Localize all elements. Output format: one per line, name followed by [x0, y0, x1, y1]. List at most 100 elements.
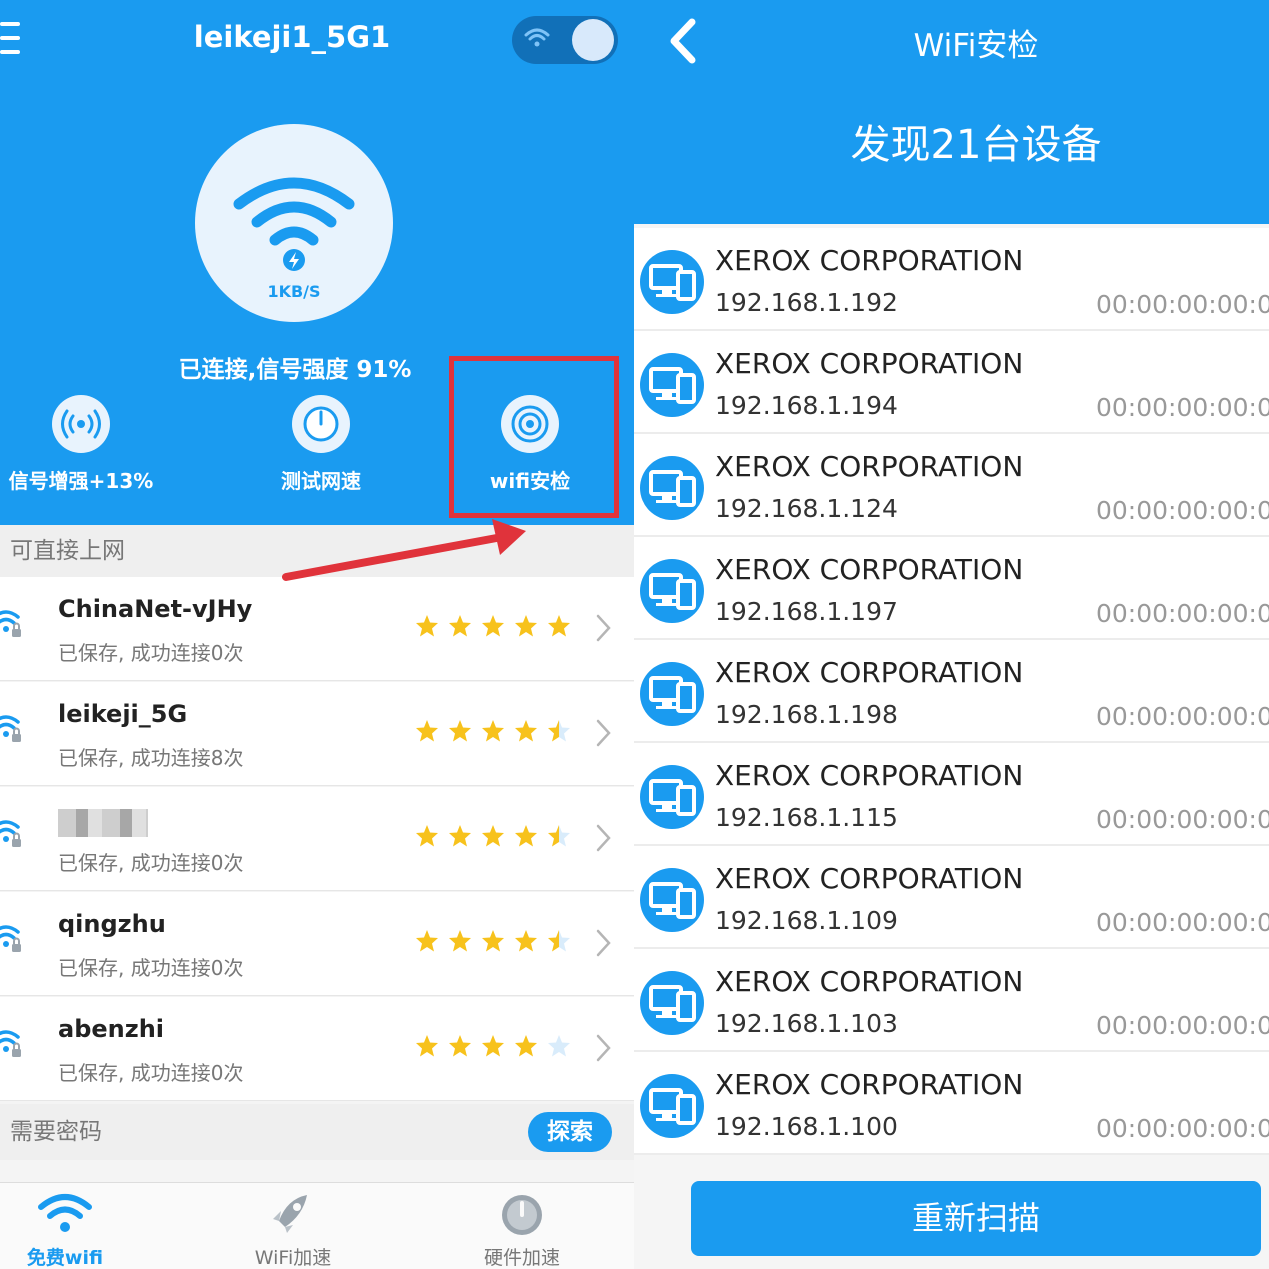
computer-device-icon: [640, 559, 704, 623]
network-name-blurred: [58, 809, 148, 837]
device-mac: 00:00:00:00:00: [1096, 908, 1269, 937]
star-icon: [449, 615, 471, 637]
network-name: leikeji_5G: [58, 700, 188, 728]
network-row[interactable]: abenzhi 已保存, 成功连接0次: [0, 997, 634, 1101]
wifi-locked-icon: [0, 1030, 21, 1057]
wifi-locked-icon: [0, 610, 21, 637]
network-name: abenzhi: [58, 1015, 165, 1043]
network-row[interactable]: 已保存, 成功连接0次: [0, 787, 634, 891]
device-ip: 192.168.1.115: [715, 803, 898, 832]
star-icon: [548, 1035, 570, 1057]
speed-value: 1KB/S: [267, 282, 321, 301]
star-icon: [449, 1035, 471, 1057]
device-vendor: XEROX CORPORATION: [715, 965, 1024, 998]
wifi-locked-icon: [0, 820, 21, 847]
chevron-right-icon[interactable]: [594, 613, 612, 643]
star-icon: [515, 930, 537, 952]
wifi-icon: [38, 1194, 92, 1232]
network-status: 已保存, 成功连接0次: [58, 956, 244, 980]
connected-ssid: leikeji1_5G1: [193, 20, 391, 54]
star-icon: [515, 1035, 537, 1057]
device-row[interactable]: XEROX CORPORATION 192.168.1.197 00:00:00:0…: [634, 537, 1269, 640]
network-status: 已保存, 成功连接8次: [58, 746, 244, 770]
rocket-icon: [273, 1195, 307, 1233]
device-mac: 00:00:00:00:00: [1096, 599, 1269, 628]
device-vendor: XEROX CORPORATION: [715, 1068, 1024, 1101]
device-vendor: XEROX CORPORATION: [715, 656, 1024, 689]
chevron-right-icon[interactable]: [594, 823, 612, 853]
network-name: ChinaNet-vJHy: [58, 595, 253, 623]
tab-hardware-accelerate[interactable]: 硬件加速: [452, 1183, 592, 1269]
signal-boost-label: 信号增强+13%: [8, 469, 154, 493]
speed-test-button[interactable]: 测试网速: [211, 395, 431, 494]
tab-hardware-accelerate-label: 硬件加速: [483, 1247, 560, 1269]
device-mac: 00:00:00:00:00: [1096, 1114, 1269, 1143]
signal-boost-button[interactable]: 信号增强+13%: [0, 395, 191, 494]
device-vendor: XEROX CORPORATION: [715, 553, 1024, 586]
network-status: 已保存, 成功连接0次: [58, 1061, 244, 1085]
device-ip: 192.168.1.109: [715, 906, 898, 935]
device-row[interactable]: XEROX CORPORATION 192.168.1.109 00:00:00:0…: [634, 846, 1269, 949]
wifi-signal-icon: [233, 177, 355, 271]
rescan-button[interactable]: 重新扫描: [691, 1181, 1261, 1256]
network-row[interactable]: qingzhu 已保存, 成功连接0次: [0, 892, 634, 996]
chevron-right-icon[interactable]: [594, 718, 612, 748]
wifi-toggle[interactable]: [512, 16, 618, 64]
speed-dial: 1KB/S: [195, 124, 393, 322]
star-icon: [482, 1035, 504, 1057]
star-icon: [482, 720, 504, 742]
device-ip: 192.168.1.100: [715, 1112, 898, 1141]
star-icon: [416, 1035, 438, 1057]
signal-rating: [415, 824, 571, 848]
device-mac: 00:00:00:00:00: [1096, 496, 1269, 525]
device-ip: 192.168.1.198: [715, 700, 898, 729]
signal-rating: [415, 929, 571, 953]
star-icon: [548, 615, 570, 637]
device-row[interactable]: XEROX CORPORATION 192.168.1.192 00:00:00:0…: [634, 228, 1269, 331]
device-vendor: XEROX CORPORATION: [715, 244, 1024, 277]
computer-device-icon: [640, 971, 704, 1035]
device-row[interactable]: XEROX CORPORATION 192.168.1.100 00:00:00:0…: [634, 1052, 1269, 1155]
page-title: WiFi安检: [913, 28, 1039, 64]
chevron-right-icon[interactable]: [594, 1033, 612, 1063]
device-mac: 00:00:00:00:00: [1096, 702, 1269, 731]
wifi-locked-icon: [0, 715, 21, 742]
signal-rating: [415, 614, 571, 638]
device-vendor: XEROX CORPORATION: [715, 862, 1024, 895]
device-row[interactable]: XEROX CORPORATION 192.168.1.198 00:00:00:0…: [634, 640, 1269, 743]
explore-button[interactable]: 探索: [528, 1112, 612, 1152]
speed-test-label: 测试网速: [281, 469, 361, 493]
network-status: 已保存, 成功连接0次: [58, 641, 244, 665]
annotation-arrow: [282, 519, 526, 581]
wifi-security-screen: WiFi安检 发现21台设备 XEROX CORPORATION 192.168.…: [634, 0, 1269, 1269]
device-ip: 192.168.1.124: [715, 494, 898, 523]
connection-header: leikeji1_5G1 1KB/S 已连接,信号强度 91% 信号增强+13%…: [0, 0, 634, 525]
network-status: 已保存, 成功连接0次: [58, 851, 244, 875]
device-row[interactable]: XEROX CORPORATION 192.168.1.124 00:00:00:0…: [634, 434, 1269, 537]
signal-rating: [415, 1034, 571, 1058]
device-row[interactable]: XEROX CORPORATION 192.168.1.194 00:00:00:0…: [634, 331, 1269, 434]
star-icon: [515, 615, 537, 637]
computer-device-icon: [640, 662, 704, 726]
star-icon: [482, 615, 504, 637]
star-icon: [416, 930, 438, 952]
tab-free-wifi[interactable]: 免费wifi: [0, 1183, 135, 1269]
star-icon: [416, 615, 438, 637]
computer-device-icon: [640, 1074, 704, 1138]
network-row[interactable]: leikeji_5G 已保存, 成功连接8次: [0, 682, 634, 786]
speedometer-icon: [292, 395, 350, 453]
device-row[interactable]: XEROX CORPORATION 192.168.1.103 00:00:00:0…: [634, 949, 1269, 1052]
tab-wifi-accelerate[interactable]: WiFi加速: [223, 1183, 363, 1269]
device-vendor: XEROX CORPORATION: [715, 759, 1024, 792]
device-mac: 00:00:00:00:00: [1096, 805, 1269, 834]
star-icon: [548, 720, 570, 742]
wifi-icon: [524, 28, 550, 47]
computer-device-icon: [640, 765, 704, 829]
device-ip: 192.168.1.194: [715, 391, 898, 420]
highlight-box: [449, 356, 619, 518]
chevron-right-icon[interactable]: [594, 928, 612, 958]
computer-device-icon: [640, 456, 704, 520]
star-icon: [449, 825, 471, 847]
device-row[interactable]: XEROX CORPORATION 192.168.1.115 00:00:00:0…: [634, 743, 1269, 846]
star-icon: [482, 930, 504, 952]
